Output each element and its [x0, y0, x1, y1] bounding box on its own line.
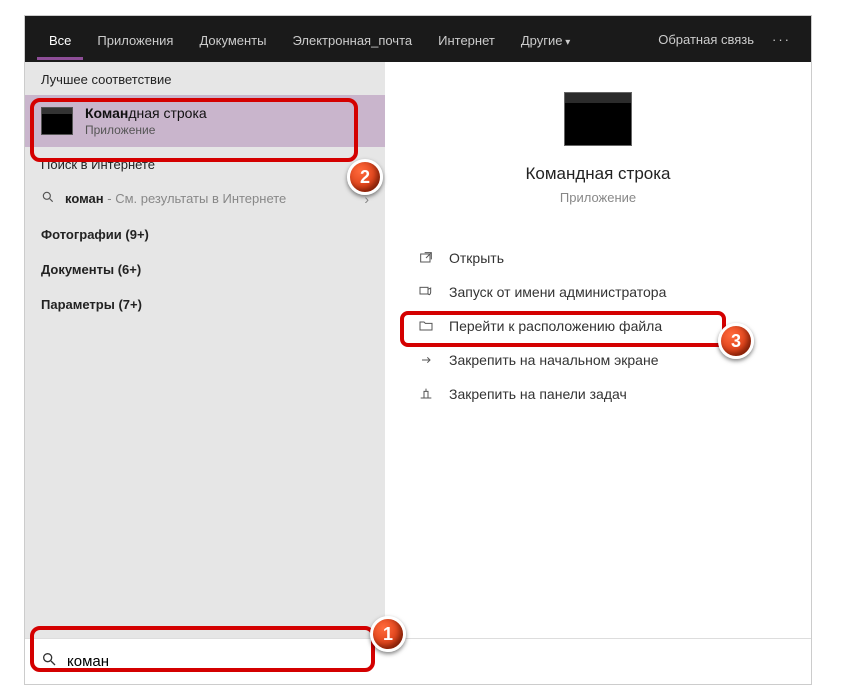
action-pin-taskbar-label: Закрепить на панели задач [449, 386, 627, 402]
action-open-label: Открыть [449, 250, 504, 266]
category-settings[interactable]: Параметры (7+) [25, 287, 385, 322]
search-icon [41, 651, 57, 672]
chevron-right-icon: › [364, 191, 369, 207]
web-query: коман [65, 191, 104, 206]
tab-all[interactable]: Все [37, 19, 83, 60]
best-match-subtitle: Приложение [85, 123, 207, 137]
search-window: Все Приложения Документы Электронная_поч… [24, 15, 812, 685]
action-open-location[interactable]: Перейти к расположению файла [413, 309, 783, 343]
category-photos[interactable]: Фотографии (9+) [25, 217, 385, 252]
results-list: Лучшее соответствие Командная строка При… [25, 62, 385, 638]
shield-icon [417, 283, 435, 301]
cmd-icon [564, 92, 632, 146]
details-pane: Командная строка Приложение Открыть Запу… [385, 62, 811, 638]
more-options-button[interactable]: ··· [764, 32, 799, 47]
results-body: Лучшее соответствие Командная строка При… [25, 62, 811, 638]
tab-internet[interactable]: Интернет [426, 19, 507, 60]
cmd-icon [41, 107, 73, 135]
action-run-as-admin[interactable]: Запуск от имени администратора [413, 275, 783, 309]
web-search-header: Поиск в Интернете [25, 147, 385, 180]
search-input[interactable] [67, 653, 795, 670]
best-match-title: Командная строка [85, 105, 207, 121]
search-icon [41, 190, 55, 207]
details-subtitle: Приложение [560, 190, 636, 205]
folder-icon [417, 317, 435, 335]
tab-documents[interactable]: Документы [187, 19, 278, 60]
action-open[interactable]: Открыть [413, 241, 783, 275]
pin-icon [417, 351, 435, 369]
tab-apps[interactable]: Приложения [85, 19, 185, 60]
details-actions: Открыть Запуск от имени администратора П… [413, 241, 783, 411]
web-hint: - См. результаты в Интернете [104, 191, 287, 206]
feedback-link[interactable]: Обратная связь [650, 32, 762, 47]
open-icon [417, 249, 435, 267]
category-documents[interactable]: Документы (6+) [25, 252, 385, 287]
pin-taskbar-icon [417, 385, 435, 403]
action-run-as-admin-label: Запуск от имени администратора [449, 284, 666, 300]
tab-email[interactable]: Электронная_почта [280, 19, 424, 60]
action-pin-start[interactable]: Закрепить на начальном экране [413, 343, 783, 377]
details-title: Командная строка [525, 164, 670, 184]
web-search-item[interactable]: коман - См. результаты в Интернете › [25, 180, 385, 217]
filter-tabs: Все Приложения Документы Электронная_поч… [25, 16, 811, 62]
action-pin-start-label: Закрепить на начальном экране [449, 352, 659, 368]
tab-other[interactable]: Другие [509, 19, 582, 60]
search-bar[interactable] [25, 638, 811, 684]
action-open-location-label: Перейти к расположению файла [449, 318, 662, 334]
action-pin-taskbar[interactable]: Закрепить на панели задач [413, 377, 783, 411]
best-match-item[interactable]: Командная строка Приложение [25, 95, 385, 147]
best-match-header: Лучшее соответствие [25, 62, 385, 95]
